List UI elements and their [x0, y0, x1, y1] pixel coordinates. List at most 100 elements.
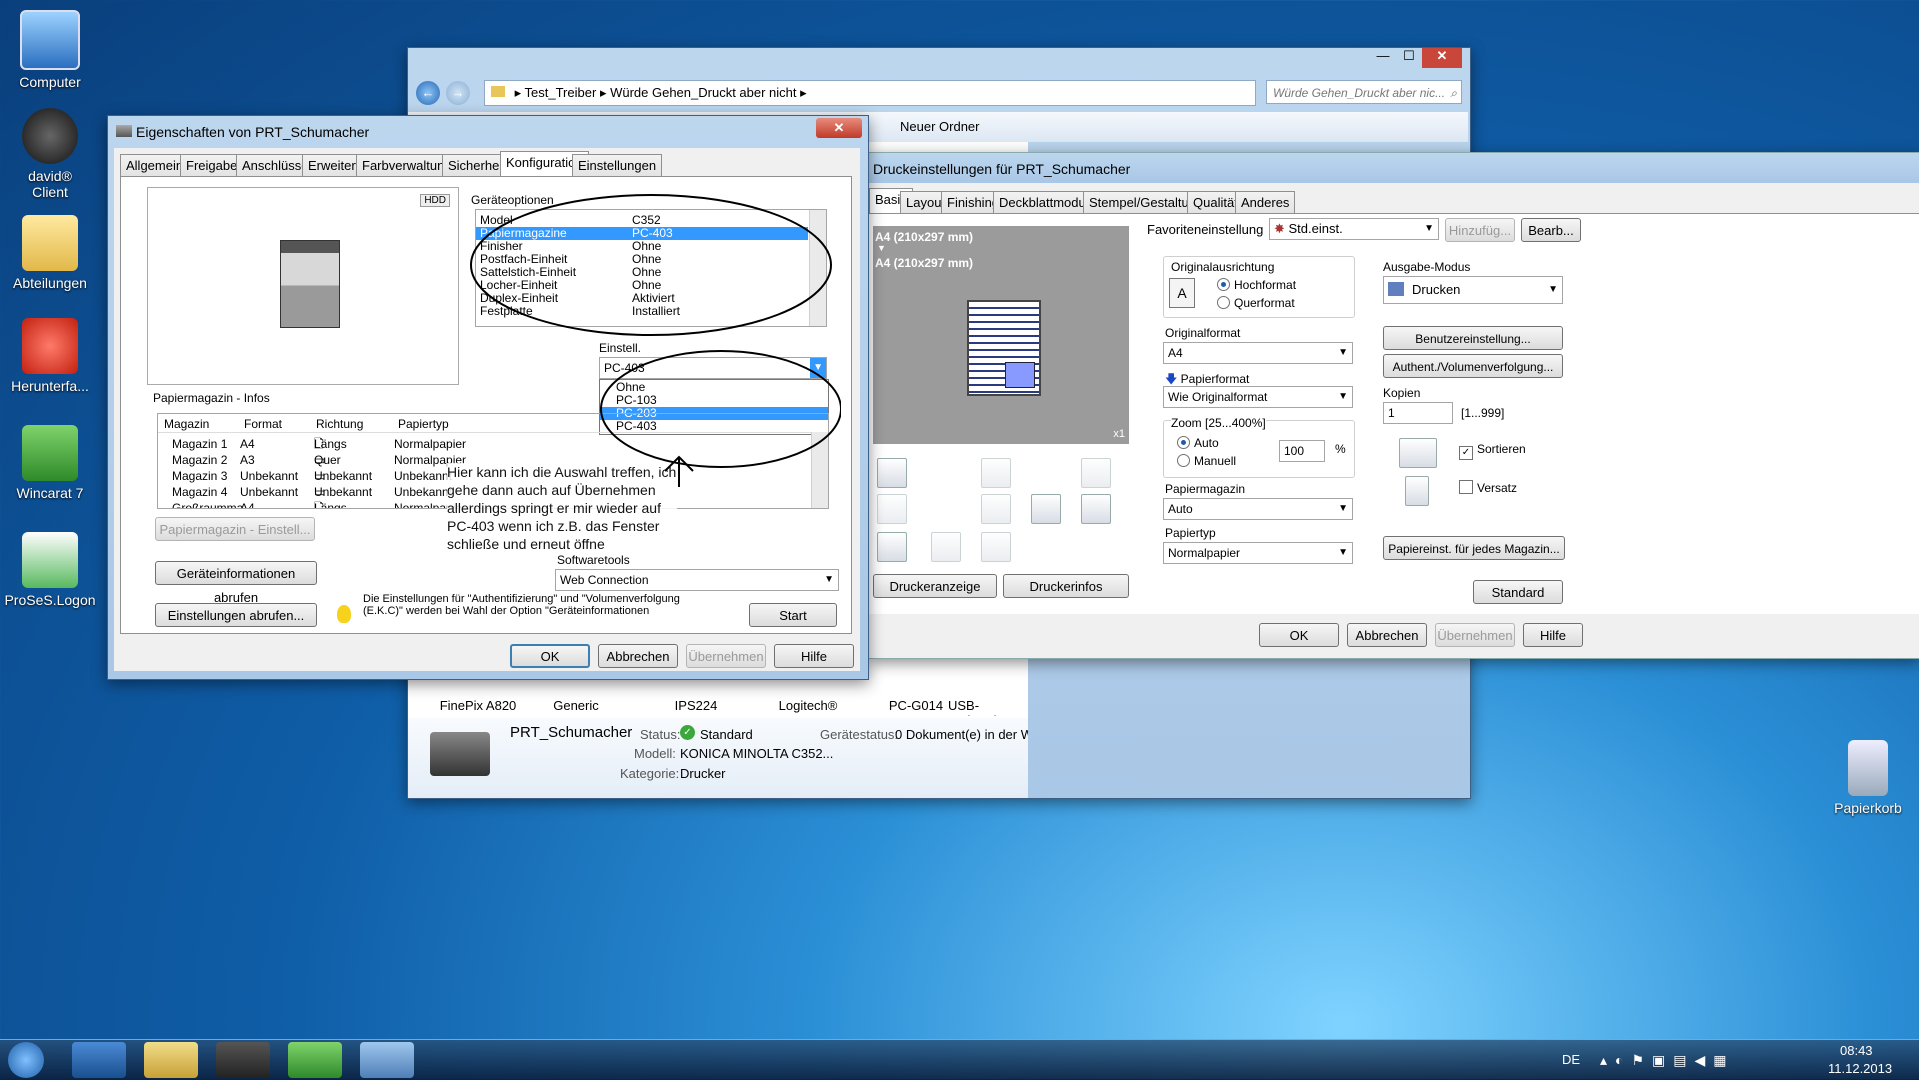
tab-allgemein[interactable]: Allgemein	[120, 154, 190, 176]
add-favorite-button[interactable]: Hinzufüg...	[1445, 218, 1515, 242]
radio-icon	[1217, 296, 1230, 309]
zoom-label: Zoom [25...400%]	[1171, 416, 1266, 430]
offset-checkbox[interactable]: Versatz	[1459, 480, 1517, 495]
paper-type-label: Papiertyp	[1165, 526, 1216, 540]
tray-settings-button[interactable]: Papiermagazin - Einstell...	[155, 517, 315, 541]
output-mode-select[interactable]: Drucken ▼	[1383, 276, 1563, 304]
portrait-radio[interactable]: Hochformat	[1217, 278, 1296, 292]
close-button[interactable]: ✕	[816, 118, 862, 138]
recycle-bin-icon	[1848, 740, 1888, 796]
orig-format-select[interactable]: A4 ▼	[1163, 342, 1353, 364]
konfiguration-panel: HDD Geräteoptionen Model C352 Papiermagaz…	[120, 176, 852, 634]
paper-type-select[interactable]: Normalpapier ▼	[1163, 542, 1353, 564]
help-button[interactable]: Hilfe	[774, 644, 854, 668]
tray-select[interactable]: Auto ▼	[1163, 498, 1353, 520]
device-item[interactable]: USB-Verbundger	[948, 698, 1018, 716]
desktop-icon-label: Computer	[19, 74, 81, 90]
breadcrumb-item[interactable]: Würde Gehen_Druckt aber nicht	[610, 85, 796, 100]
taskbar-ie-icon[interactable]	[72, 1042, 126, 1078]
user-settings-button[interactable]: Benutzereinstellung...	[1383, 326, 1563, 350]
clock-date[interactable]: 11.12.2013	[1828, 1061, 1892, 1076]
prefs-apply-button[interactable]: Übernehmen	[1435, 623, 1515, 647]
radio-icon	[1177, 454, 1190, 467]
desktop-icon-label: Papierkorb	[1834, 800, 1902, 816]
column-header[interactable]: Papiertyp	[398, 416, 449, 432]
fetch-device-info-button[interactable]: Geräteinformationen abrufen	[155, 561, 317, 605]
zoom-manual-radio[interactable]: Manuell	[1177, 454, 1236, 468]
software-tools-select[interactable]: Web Connection ▼	[555, 569, 839, 591]
search-input[interactable]: Würde Gehen_Druckt aber nic... ⌕	[1266, 80, 1462, 104]
zoom-input[interactable]: 100	[1279, 440, 1325, 462]
new-folder-button[interactable]: Neuer Ordner	[900, 119, 979, 134]
device-item[interactable]: Generic	[526, 698, 626, 713]
landscape-radio[interactable]: Querformat	[1217, 296, 1295, 310]
offset-icon	[1405, 476, 1429, 506]
sort-checkbox[interactable]: ✓ Sortieren	[1459, 442, 1526, 460]
desktop-icon-computer[interactable]: Computer	[0, 10, 100, 90]
print-prefs-window: Druckeinstellungen für PRT_Schumacher Ba…	[868, 152, 1919, 659]
forward-button[interactable]: →	[446, 81, 470, 105]
printer-icon	[430, 732, 490, 776]
taskbar-printer-icon[interactable]	[360, 1042, 414, 1078]
preview-format: A4 (210x297 mm)	[875, 230, 974, 244]
per-tray-settings-button[interactable]: Papiereinst. für jedes Magazin...	[1383, 536, 1565, 560]
printer-info-button[interactable]: Druckerinfos	[1003, 574, 1129, 598]
search-icon: ⌕	[1450, 86, 1457, 100]
printer-view-button[interactable]: Druckeranzeige	[873, 574, 997, 598]
back-button[interactable]: ←	[416, 81, 440, 105]
close-button[interactable]: ✕	[1422, 48, 1462, 68]
prefs-ok-button[interactable]: OK	[1259, 623, 1339, 647]
fetch-settings-button[interactable]: Einstellungen abrufen...	[155, 603, 317, 627]
breadcrumb-item[interactable]: Test_Treiber	[525, 85, 597, 100]
desktop-icon-wincarat[interactable]: Wincarat 7	[0, 425, 100, 501]
title-bar: Druckeinstellungen für PRT_Schumacher	[869, 153, 1919, 183]
taskbar-explorer-icon[interactable]	[144, 1042, 198, 1078]
maximize-button[interactable]: ☐	[1396, 48, 1422, 68]
desktop-icon-proses[interactable]: ProSeS.Logon	[0, 532, 100, 608]
duplex-icon	[877, 494, 907, 524]
device-item[interactable]: FinePix A820	[428, 698, 528, 713]
paper-format-select[interactable]: Wie Originalformat ▼	[1163, 386, 1353, 408]
chevron-down-icon: ▼	[1424, 223, 1434, 234]
column-header[interactable]: Magazin	[164, 416, 209, 432]
language-indicator[interactable]: DE	[1562, 1052, 1580, 1067]
properties-tabs: Allgemein Freigabe Anschlüsse Erweitert …	[120, 151, 850, 176]
apply-button[interactable]: Übernehmen	[686, 644, 766, 668]
copies-input[interactable]: 1	[1383, 402, 1453, 424]
tab-anderes[interactable]: Anderes	[1235, 191, 1296, 213]
desktop-icon-shutdown[interactable]: Herunterfa...	[0, 318, 100, 394]
favorites-select[interactable]: ✸ Std.einst. ▼	[1269, 218, 1439, 240]
standard-button[interactable]: Standard	[1473, 580, 1563, 604]
device-item[interactable]: IPS224	[666, 698, 726, 713]
column-header[interactable]: Format	[244, 416, 282, 432]
tab-einstellungen[interactable]: Einstellungen	[572, 154, 663, 176]
software-tools-label: Softwaretools	[557, 553, 630, 567]
tray-icons: ▴◐⚑▣▤◀▦	[1600, 1052, 1735, 1068]
start-button[interactable]: Start	[749, 603, 837, 627]
chevron-down-icon: ▼	[1338, 391, 1348, 402]
punch-icon	[1081, 494, 1111, 524]
clock-time[interactable]: 08:43	[1840, 1043, 1873, 1058]
device-item[interactable]: Logitech®	[758, 698, 858, 713]
chevron-right-icon: ▸	[514, 85, 525, 100]
category-value: Drucker	[680, 766, 726, 781]
desktop-icon-david[interactable]: david® Client	[0, 108, 100, 200]
cancel-button[interactable]: Abbrechen	[598, 644, 678, 668]
desktop-icon-label: david® Client	[28, 168, 72, 200]
desktop-icon-abteilungen[interactable]: Abteilungen	[0, 215, 100, 291]
address-bar[interactable]: ▸ Test_Treiber ▸ Würde Gehen_Druckt aber…	[484, 80, 1256, 106]
auth-tracking-button[interactable]: Authent./Volumenverfolgung...	[1383, 354, 1563, 378]
tab-freigabe[interactable]: Freigabe	[180, 154, 244, 176]
prefs-help-button[interactable]: Hilfe	[1523, 623, 1583, 647]
column-header[interactable]: Richtung	[316, 416, 363, 432]
taskbar-wincarat-icon[interactable]	[288, 1042, 342, 1078]
taskbar-david-icon[interactable]	[216, 1042, 270, 1078]
favorites-label: Favoriteneinstellung	[1147, 222, 1264, 237]
ok-button[interactable]: OK	[510, 644, 590, 668]
prefs-cancel-button[interactable]: Abbrechen	[1347, 623, 1427, 647]
start-button[interactable]	[8, 1042, 44, 1078]
zoom-auto-radio[interactable]: Auto	[1177, 436, 1219, 450]
edit-favorite-button[interactable]: Bearb...	[1521, 218, 1581, 242]
desktop-icon-recycle-bin[interactable]: Papierkorb	[1818, 740, 1918, 816]
minimize-button[interactable]: —	[1370, 48, 1396, 68]
